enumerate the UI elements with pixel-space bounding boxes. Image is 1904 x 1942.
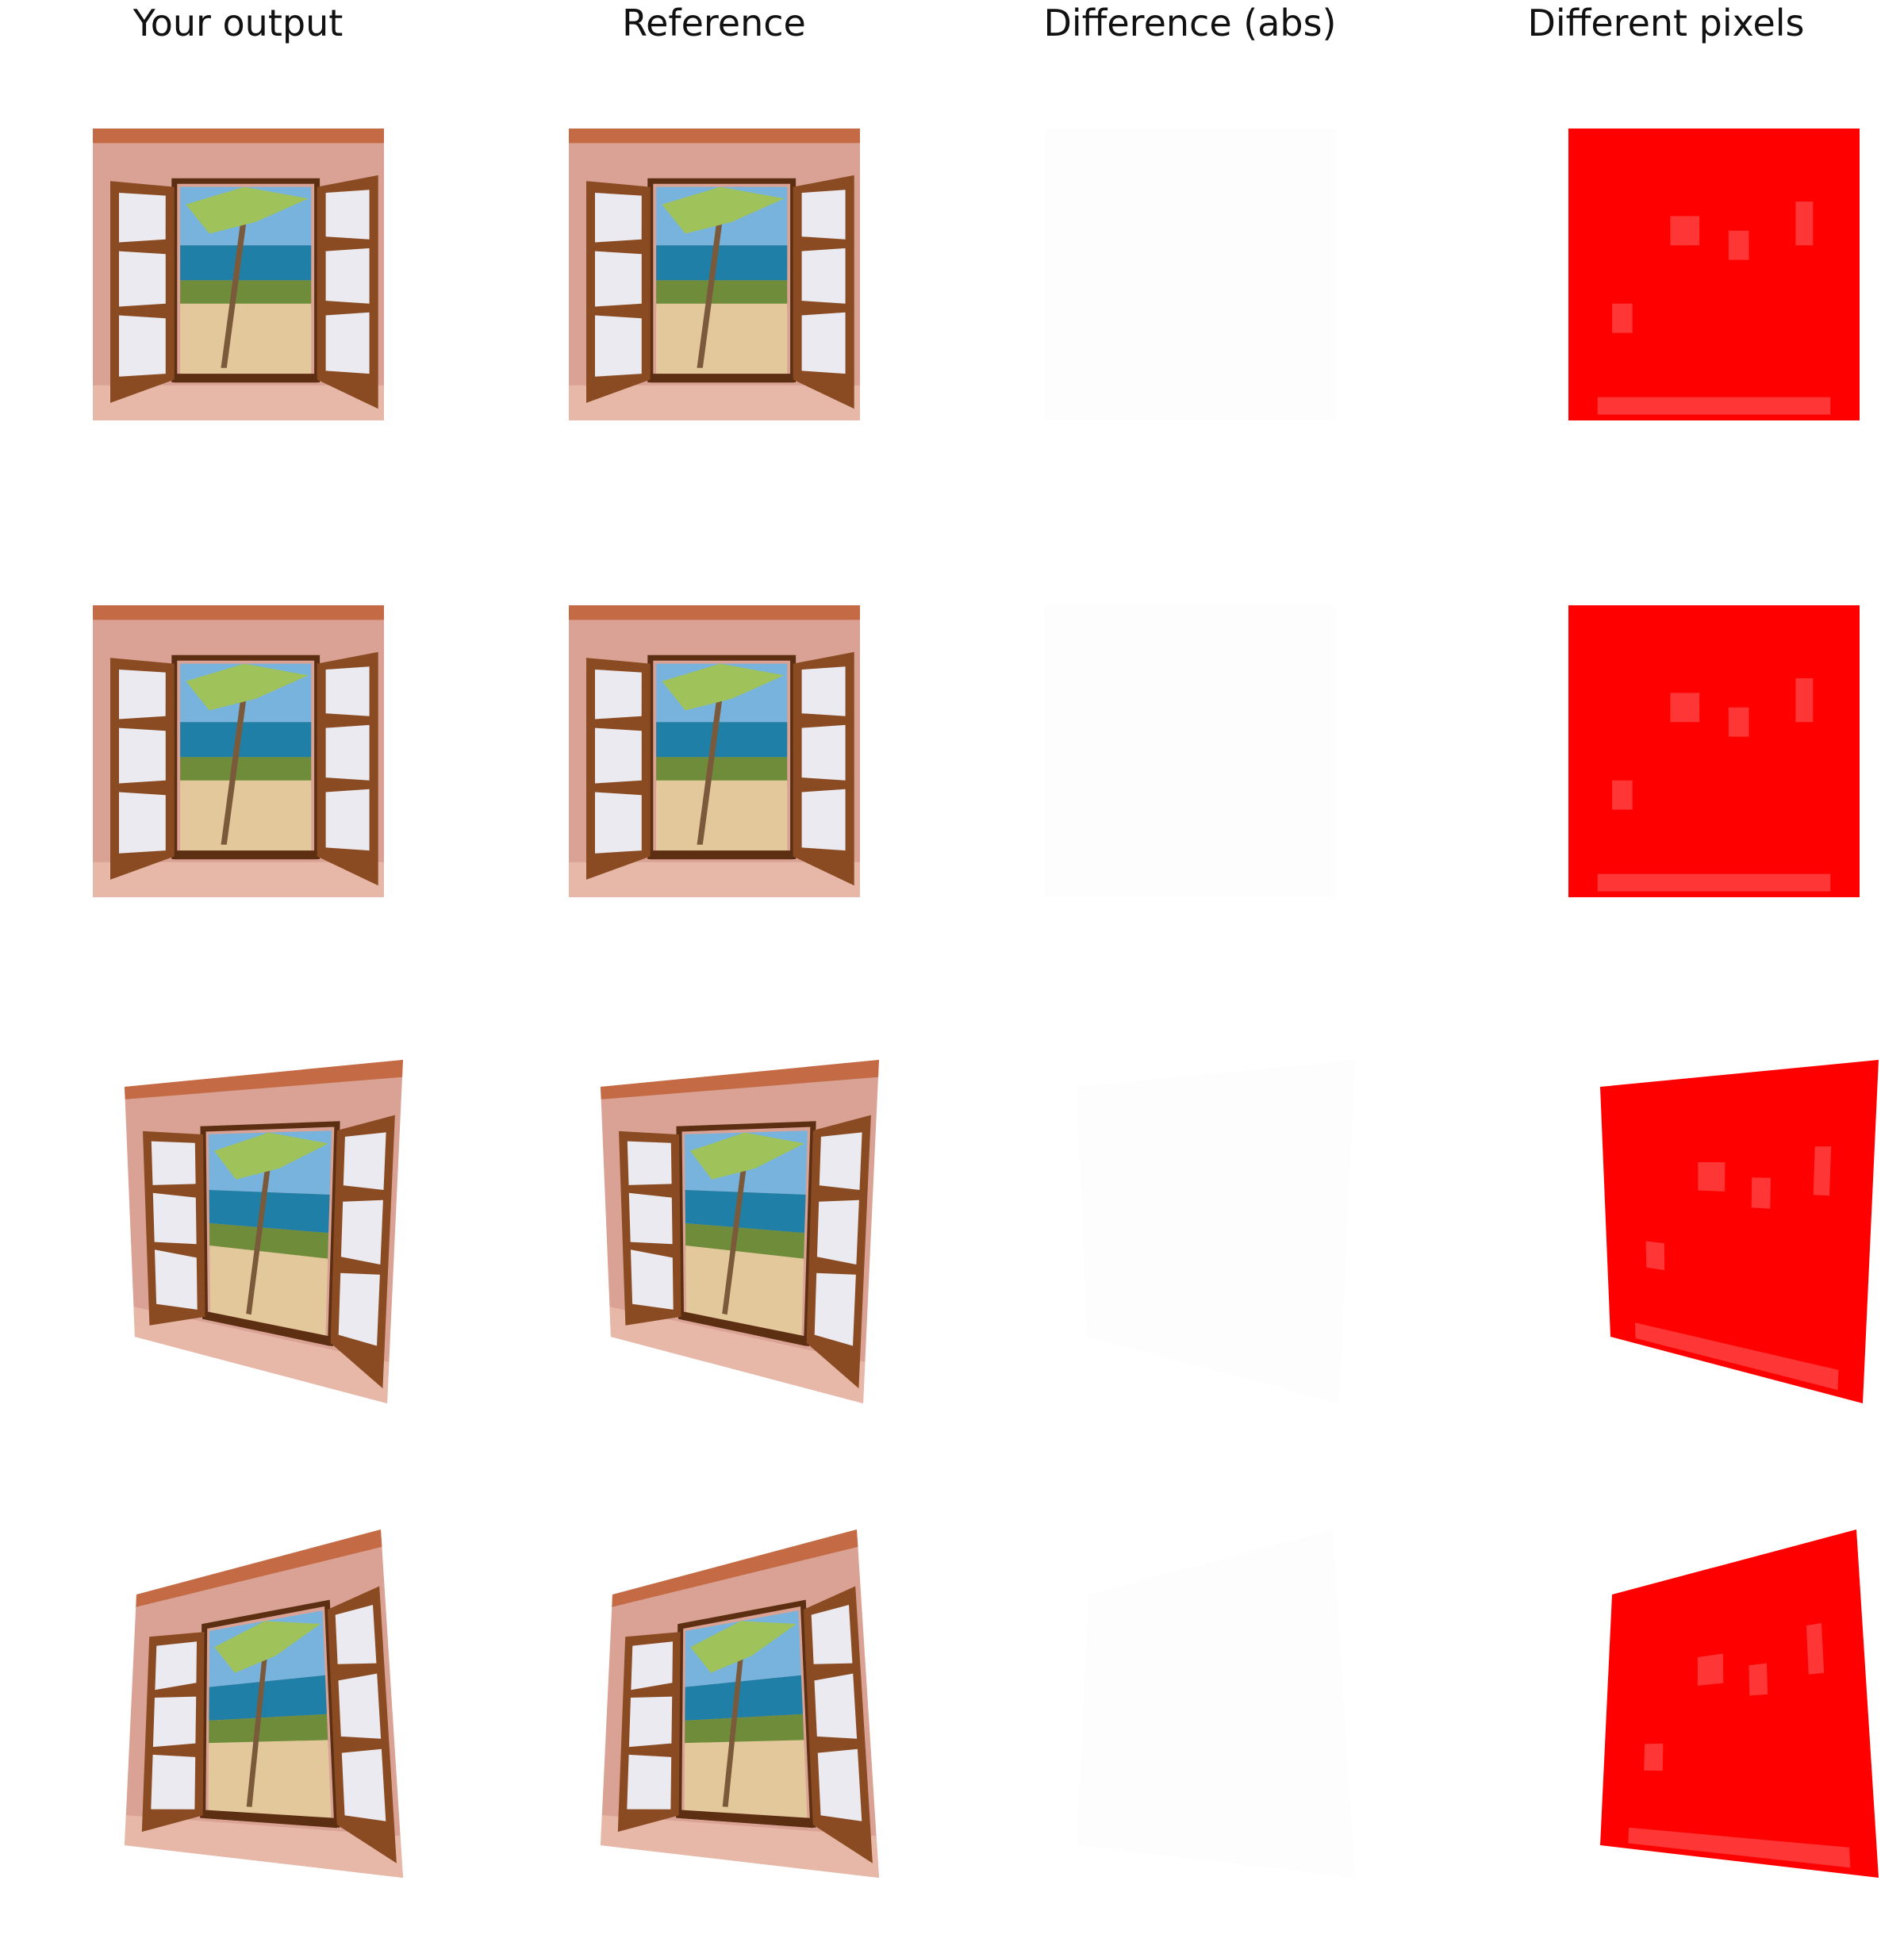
right-pane [335,1605,377,1664]
right-pane [338,1673,382,1739]
right-pane [814,1673,858,1739]
left-pane [627,1754,672,1810]
window-photo [125,1529,403,1878]
left-pane [155,1641,197,1691]
cell-image [1077,1529,1355,1878]
left-pane [631,1641,673,1691]
diff-speckle [1749,1663,1768,1696]
comparison-grid: Your output Reference Difference (abs) D… [0,0,1904,1942]
cell-image [1600,1529,1879,1878]
diff-mask [1600,1529,1879,1878]
sand [208,1740,332,1818]
right-pane [341,1748,386,1821]
diff-speckle [1697,1653,1724,1686]
window-photo [601,1529,879,1878]
grid-cell [0,0,476,1942]
different-pixels-image [1600,1529,1879,1878]
right-pane [817,1748,862,1821]
left-pane [151,1754,196,1810]
grid-cell [476,0,952,1942]
cell-image [601,1529,879,1878]
diff-speckle [1644,1743,1664,1771]
grid-cell [1428,0,1904,1942]
grid-cell [952,0,1428,1942]
diff-abs-image [1077,1529,1355,1878]
cell-image [125,1529,403,1878]
sand [684,1740,808,1818]
left-pane [152,1696,197,1748]
diff-speckle [1806,1623,1825,1675]
right-pane [811,1605,853,1664]
left-pane [628,1696,673,1748]
